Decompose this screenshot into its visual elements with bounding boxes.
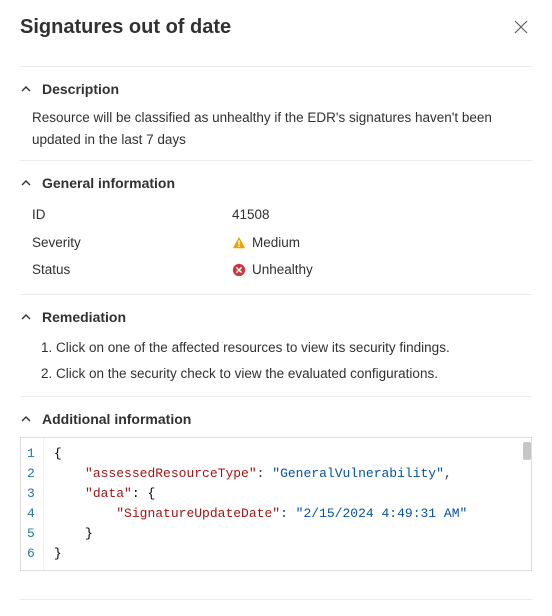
divider [20,599,532,600]
section-title-remediation: Remediation [42,309,126,325]
chevron-up-icon [20,178,32,188]
section-title-description: Description [42,81,119,97]
kv-key: Severity [32,232,232,254]
warning-icon [232,236,246,250]
kv-key: Status [32,259,232,281]
json-code-block[interactable]: 123456 { "assessedResourceType": "Genera… [20,437,532,571]
kv-row-status: Status Unhealthy [32,256,532,284]
kv-value: Medium [252,232,300,254]
section-toggle-additional[interactable]: Additional information [20,411,532,427]
kv-value: 41508 [232,204,270,226]
chevron-up-icon [20,312,32,322]
remediation-step: Click on the security check to view the … [56,361,532,387]
remediation-step: Click on one of the affected resources t… [56,335,532,361]
kv-row-id: ID 41508 [32,201,532,229]
section-title-additional: Additional information [42,411,191,427]
kv-row-severity: Severity Medium [32,229,532,257]
error-icon [232,263,246,277]
section-toggle-remediation[interactable]: Remediation [20,309,532,325]
code-body: { "assessedResourceType": "GeneralVulner… [44,438,531,570]
chevron-up-icon [20,84,32,94]
line-gutter: 123456 [21,438,44,570]
kv-key: ID [32,204,232,226]
scrollbar-thumb[interactable] [523,442,531,460]
remediation-list: Click on one of the affected resources t… [32,335,532,386]
section-title-general: General information [42,175,175,191]
kv-value: Unhealthy [252,259,313,281]
close-button[interactable] [510,16,532,42]
section-toggle-general[interactable]: General information [20,175,532,191]
close-icon [514,20,528,34]
page-title: Signatures out of date [20,16,231,39]
description-text: Resource will be classified as unhealthy… [20,107,532,150]
section-toggle-description[interactable]: Description [20,81,532,97]
chevron-up-icon [20,414,32,424]
